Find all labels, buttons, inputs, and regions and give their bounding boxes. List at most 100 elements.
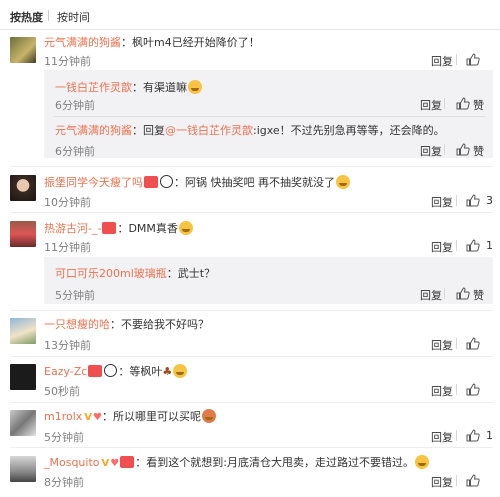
comment-time: 50秒前 — [44, 385, 80, 398]
comment-username[interactable]: _Mosquito — [44, 456, 100, 469]
like-button[interactable]: 1 — [466, 239, 493, 253]
like-button[interactable]: 赞 — [456, 97, 484, 112]
heart-icon: ♥ — [110, 458, 120, 469]
like-button[interactable] — [466, 383, 492, 397]
like-button[interactable]: 3 — [466, 194, 493, 208]
reply-button[interactable]: 回复 — [431, 239, 453, 255]
comment-username[interactable]: m1rolx — [44, 410, 82, 423]
reply-button[interactable]: 回复 — [431, 194, 453, 210]
like-button[interactable]: 赞 — [456, 287, 484, 302]
v-badge-icon: V — [84, 412, 93, 423]
vip-badge-icon — [102, 222, 117, 234]
action-divider — [444, 288, 445, 299]
reply-username[interactable]: 可口可乐200ml玻璃瓶 — [55, 267, 167, 280]
like-count: 1 — [486, 429, 493, 442]
comment-username[interactable]: Eazy-Zc — [44, 365, 87, 378]
thumbs-up-icon — [466, 194, 480, 207]
avatar[interactable] — [10, 456, 36, 482]
laugh-emoji-icon — [414, 455, 429, 469]
like-button[interactable] — [466, 474, 492, 488]
sort-by-hot-tab[interactable]: 按热度 — [10, 9, 43, 25]
comment-time: 11分钟前 — [44, 55, 91, 68]
maple-leaf-icon: ♣ — [162, 365, 173, 378]
like-label: 赞 — [473, 99, 484, 112]
v-badge-icon: V — [101, 458, 110, 469]
thumbs-up-icon — [456, 97, 470, 110]
comment-username[interactable]: 热游古河-_- — [44, 222, 101, 235]
heart-icon: ♥ — [93, 412, 103, 423]
reply-username[interactable]: 一钱白芷作灵歆 — [55, 81, 132, 94]
like-count: 1 — [486, 239, 493, 252]
thumbs-up-icon — [466, 239, 480, 252]
comment-text: 热游古河-_- ：DMM真香 — [44, 221, 193, 235]
comment-time: 11分钟前 — [44, 241, 91, 254]
thumbs-up-icon — [466, 337, 480, 350]
like-label: 赞 — [473, 289, 484, 302]
reply-text: 可口可乐200ml玻璃瓶：武士t？ — [55, 267, 215, 280]
vip-badge-icon — [88, 365, 103, 377]
reply-body: ：回复 — [132, 124, 165, 137]
doge-emoji-icon — [336, 175, 350, 189]
reply-button[interactable]: 回复 — [431, 53, 453, 69]
comment-text: 振堡同学今天瘦了吗 ：阿锅 快抽奖吧 再不抽奖就没了 — [44, 175, 350, 189]
reply-button[interactable]: 回复 — [420, 97, 442, 113]
confused-emoji-icon — [202, 409, 217, 423]
reply-body: ：武士t？ — [166, 267, 216, 280]
comment-time: 13分钟前 — [44, 339, 91, 352]
comment-text: 元气满满的狗酱：枫叶m4已经开始降价了！ — [44, 36, 260, 49]
comment-username[interactable]: 元气满满的狗酱 — [44, 36, 121, 49]
avatar[interactable] — [10, 175, 36, 201]
comment-divider — [10, 310, 493, 311]
reply-mention[interactable]: @一钱白芷作灵歆 — [165, 124, 253, 137]
reply-button[interactable]: 回复 — [420, 287, 442, 303]
comment-body: ：阿锅 快抽奖吧 再不抽奖就没了 — [174, 176, 335, 189]
like-button[interactable]: 赞 — [456, 143, 484, 158]
action-divider — [456, 338, 457, 349]
avatar[interactable] — [10, 410, 36, 436]
smile-emoji-icon — [188, 80, 202, 94]
action-divider — [444, 98, 445, 109]
action-divider — [456, 384, 457, 395]
reply-time: 5分钟前 — [55, 289, 95, 302]
comment-body: ：枫叶m4已经开始降价了！ — [121, 36, 260, 49]
action-divider — [456, 240, 457, 251]
reply-time: 6分钟前 — [55, 145, 95, 158]
reply-body-continued: :igxe！不过先别急再等等，还会降的。 — [253, 124, 445, 137]
doge-emoji-icon — [178, 221, 193, 235]
sort-by-time-tab[interactable]: 按时间 — [57, 9, 90, 25]
action-divider — [444, 144, 445, 155]
avatar[interactable] — [10, 364, 36, 390]
comment-body: ：不要给我不好吗？ — [110, 318, 209, 331]
vip-badge-icon — [120, 456, 135, 468]
vip-badge-icon — [144, 176, 158, 188]
panda-badge-icon — [104, 364, 118, 377]
avatar[interactable] — [10, 37, 36, 63]
sort-divider — [48, 10, 49, 21]
comment-divider — [10, 402, 493, 403]
reply-button[interactable]: 回复 — [431, 383, 453, 399]
reply-button[interactable]: 回复 — [431, 337, 453, 353]
reply-button[interactable]: 回复 — [420, 143, 442, 159]
comment-body: ：等枫叶 — [118, 365, 163, 378]
comment-text: 一只想瘦的哈：不要给我不好吗？ — [44, 318, 209, 331]
like-button[interactable]: 1 — [466, 429, 493, 443]
avatar[interactable] — [10, 318, 36, 344]
comment-time: 10分钟前 — [44, 196, 91, 209]
thumbs-up-icon — [466, 53, 480, 66]
reply-divider — [54, 116, 486, 117]
reply-username[interactable]: 元气满满的狗酱 — [55, 124, 132, 137]
avatar[interactable] — [10, 221, 36, 247]
reply-button[interactable]: 回复 — [431, 474, 453, 490]
action-divider — [456, 430, 457, 441]
like-button[interactable] — [466, 337, 492, 351]
like-button[interactable] — [466, 53, 492, 67]
comment-username[interactable]: 振堡同学今天瘦了吗 — [44, 176, 143, 189]
comment-body: ：所以哪里可以买呢 — [102, 410, 202, 423]
comment-divider — [10, 166, 493, 167]
like-label: 赞 — [473, 145, 484, 158]
reply-button[interactable]: 回复 — [431, 429, 453, 445]
action-divider — [456, 195, 457, 206]
thumbs-up-icon — [466, 474, 480, 487]
reply-text: 元气满满的狗酱：回复@一钱白芷作灵歆:igxe！不过先别急再等等，还会降的。 — [55, 124, 445, 137]
comment-username[interactable]: 一只想瘦的哈 — [44, 318, 110, 331]
